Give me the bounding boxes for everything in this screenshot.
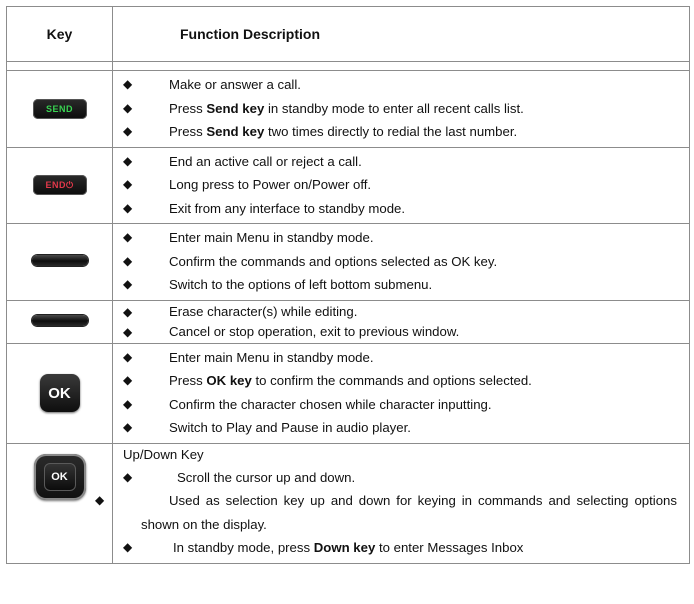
diamond-bullet-icon: ◆	[123, 230, 133, 244]
list-item: ◆ Scroll the cursor up and down.	[113, 466, 689, 490]
diamond-bullet-icon: ◆	[123, 77, 133, 91]
diamond-bullet-icon: ◆	[123, 324, 133, 339]
diamond-bullet-icon: ◆	[123, 420, 133, 434]
list-item: ◆ Used as selection key up and down for k…	[95, 489, 689, 536]
end-power-key-icon: END⏻	[32, 175, 87, 196]
diamond-bullet-icon: ◆	[123, 200, 133, 215]
list-item: ◆ Erase character(s) while editing.	[113, 302, 689, 322]
description-cell: ◆ Make or answer a call. ◆ Press Send key …	[112, 70, 690, 148]
diamond-bullet-icon: ◆	[123, 304, 133, 319]
diamond-bullet-icon: ◆	[123, 124, 133, 138]
ok-key-icon: OK	[39, 374, 80, 412]
send-key-icon: SEND	[32, 98, 87, 119]
table-row: OK ◆ Enter main Menu in standby mode. ◆ Pr…	[6, 342, 690, 444]
diamond-bullet-icon: ◆	[123, 253, 133, 268]
list-item: ◆ Press OK key to confirm the commands an…	[113, 369, 689, 393]
diamond-bullet-icon: ◆	[123, 540, 133, 554]
list-item: ◆ Exit from any interface to standby mode…	[113, 197, 689, 221]
key-function-table: Key Function Description SEND ◆ Make or a…	[6, 6, 690, 564]
table-row: END⏻ ◆ End an active call or reject a cal…	[6, 146, 690, 224]
diamond-bullet-icon: ◆	[123, 153, 133, 168]
header-key: Key	[6, 6, 113, 62]
table-row: OK Up/Down Key ◆ Scroll the cursor up and…	[6, 442, 690, 564]
list-item: ◆ In standby mode, press Down key to ente…	[113, 536, 689, 560]
table-row: SEND ◆ Make or answer a call. ◆ Press Send…	[6, 70, 690, 148]
list-item: ◆ Make or answer a call.	[113, 73, 689, 97]
header-row: Key Function Description	[6, 6, 690, 62]
diamond-bullet-icon: ◆	[123, 373, 133, 387]
list-item: ◆ Cancel or stop operation, exit to previ…	[113, 322, 689, 342]
diamond-bullet-icon: ◆	[123, 277, 133, 291]
right-soft-key-icon	[31, 314, 88, 326]
header-function: Function Description	[112, 6, 690, 62]
diamond-bullet-icon: ◆	[123, 100, 133, 115]
key-cell: END⏻	[6, 146, 113, 224]
description-cell: ◆ Enter main Menu in standby mode. ◆ Press…	[112, 342, 690, 444]
diamond-bullet-icon: ◆	[123, 396, 133, 411]
up-down-key-intro: Up/Down Key	[123, 446, 204, 462]
description-cell: Up/Down Key ◆ Scroll the cursor up and do…	[95, 442, 690, 564]
list-item: ◆ Enter main Menu in standby mode.	[113, 346, 689, 370]
table-row: ◆ Erase character(s) while editing. ◆ Canc…	[6, 299, 690, 344]
diamond-bullet-icon: ◆	[123, 349, 133, 364]
key-cell: OK	[6, 342, 113, 444]
key-cell: SEND	[6, 70, 113, 148]
key-cell	[6, 299, 113, 344]
list-item: ◆ End an active call or reject a call.	[113, 150, 689, 174]
diamond-bullet-icon: ◆	[95, 493, 105, 507]
list-item: ◆ Switch to the options of left bottom su…	[113, 273, 689, 297]
left-soft-key-icon	[31, 254, 88, 266]
list-item: ◆ Confirm the character chosen while char…	[113, 393, 689, 417]
description-cell: ◆ End an active call or reject a call. ◆ L…	[112, 146, 690, 224]
description-cell: ◆ Erase character(s) while editing. ◆ Canc…	[112, 299, 690, 344]
navigation-key-icon: OK	[33, 453, 86, 500]
key-cell	[6, 223, 113, 301]
diamond-bullet-icon: ◆	[123, 469, 133, 484]
diamond-bullet-icon: ◆	[123, 177, 133, 191]
list-item: ◆ Enter main Menu in standby mode.	[113, 226, 689, 250]
ok-center-icon: OK	[43, 462, 76, 491]
list-item: ◆ Long press to Power on/Power off.	[113, 173, 689, 197]
list-item: ◆ Press Send key two times directly to re…	[113, 120, 689, 144]
list-item: ◆ Confirm the commands and options select…	[113, 250, 689, 274]
list-item: ◆ Press Send key in standby mode to enter…	[113, 97, 689, 121]
spacer-row	[6, 61, 690, 71]
table-row: ◆ Enter main Menu in standby mode. ◆ Confi…	[6, 223, 690, 301]
description-cell: ◆ Enter main Menu in standby mode. ◆ Confi…	[112, 223, 690, 301]
list-item: ◆ Switch to Play and Pause in audio playe…	[113, 416, 689, 440]
